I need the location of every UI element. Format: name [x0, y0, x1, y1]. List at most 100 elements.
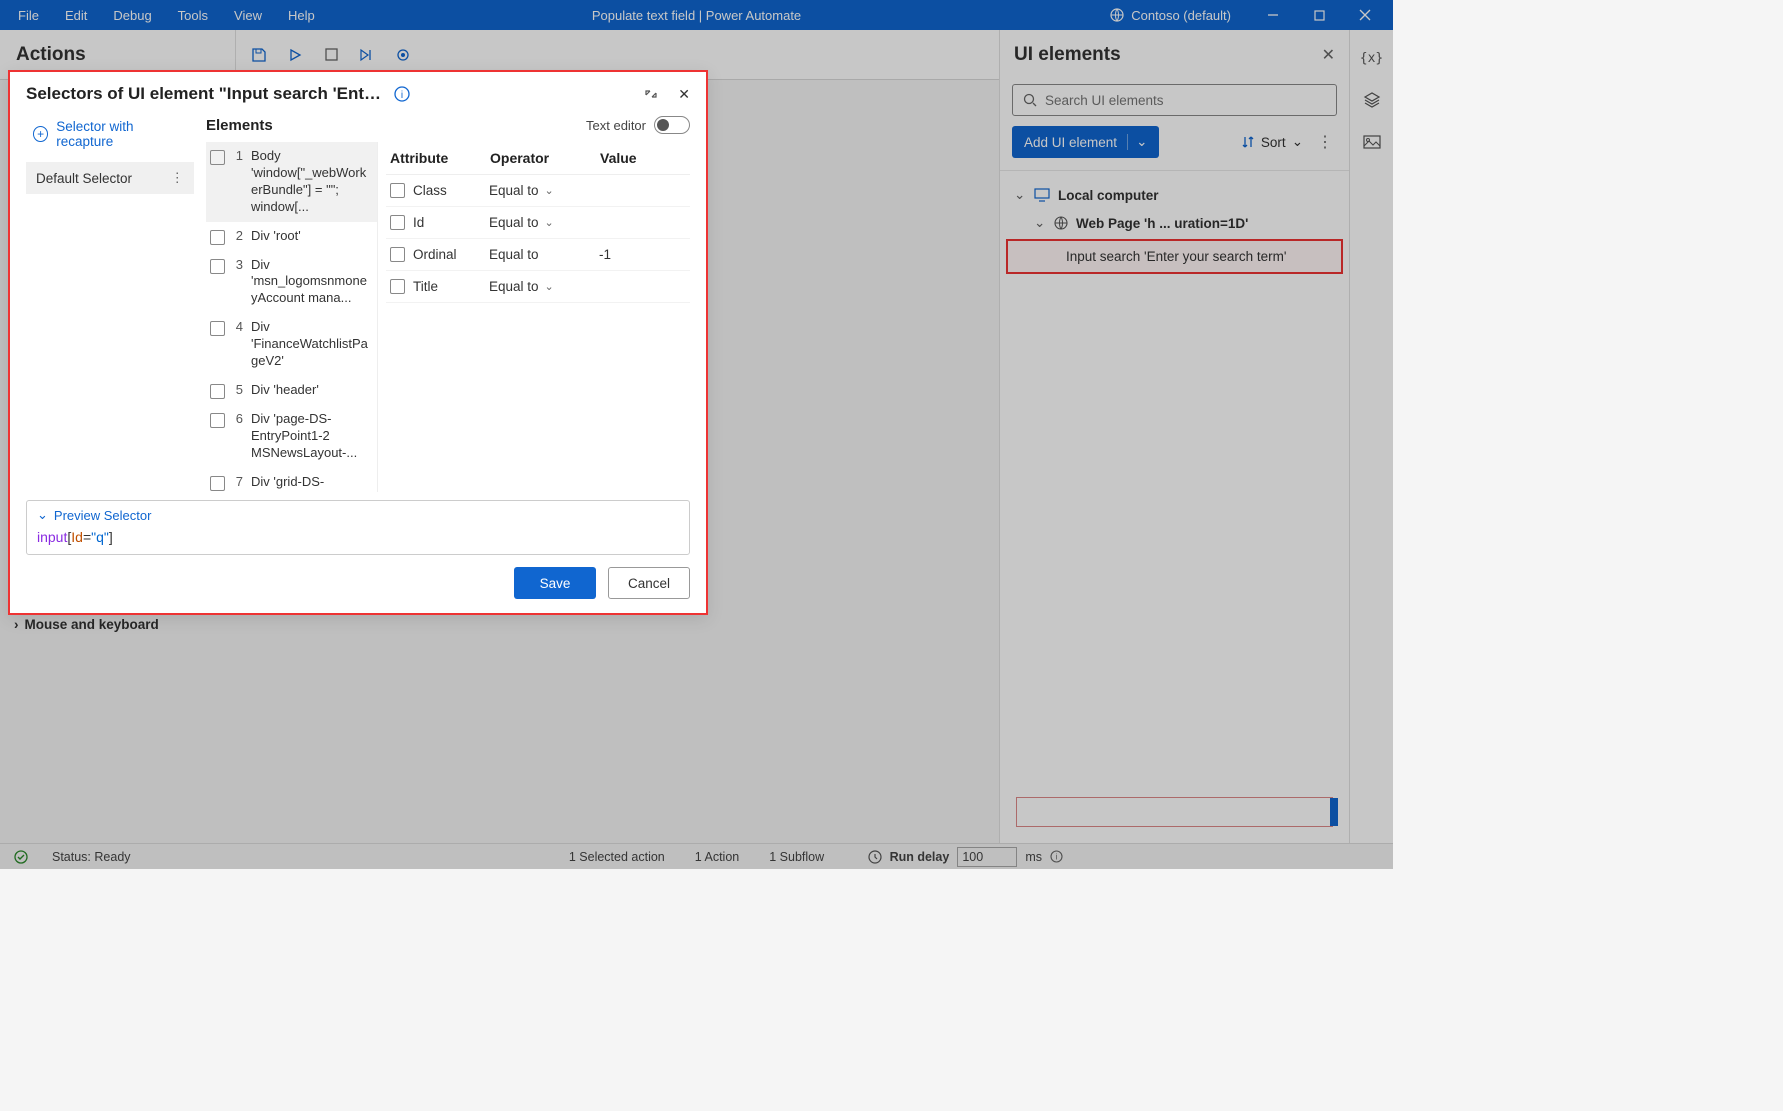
more-options-button[interactable]: ⋮ — [1313, 132, 1337, 152]
attribute-checkbox[interactable] — [390, 247, 405, 262]
attributes-table: Attribute Operator Value Class Equal to … — [386, 142, 690, 492]
run-icon[interactable] — [286, 46, 304, 64]
attribute-name: Ordinal — [413, 247, 489, 262]
element-row[interactable]: 1 Body 'window["_webWorkerBundle"] = "";… — [206, 142, 377, 222]
attribute-operator[interactable]: Equal to ⌄ — [489, 279, 599, 294]
text-editor-toggle[interactable]: Text editor — [586, 116, 690, 134]
element-index: 2 — [233, 228, 243, 243]
sort-icon — [1241, 135, 1255, 149]
add-ui-element-button[interactable]: Add UI element ⌄ — [1012, 126, 1159, 158]
chevron-down-icon: ⌄ — [545, 216, 554, 229]
element-checkbox[interactable] — [210, 321, 225, 336]
close-panel-button[interactable]: ✕ — [1322, 45, 1335, 65]
attribute-row[interactable]: Id Equal to ⌄ — [386, 207, 690, 239]
element-label: Div 'header' — [251, 382, 373, 399]
element-label: Div 'page-DS-EntryPoint1-2 MSNewsLayout-… — [251, 411, 373, 462]
element-checkbox[interactable] — [210, 259, 225, 274]
element-index: 5 — [233, 382, 243, 397]
search-ui-elements[interactable] — [1012, 84, 1337, 116]
element-row[interactable]: 7 Div 'grid-DS- — [206, 468, 377, 492]
status-selected: 1 Selected action — [569, 850, 665, 864]
sort-button[interactable]: Sort ⌄ — [1241, 134, 1303, 150]
default-selector-item[interactable]: Default Selector ⋮ — [26, 162, 194, 194]
element-checkbox[interactable] — [210, 476, 225, 491]
attribute-checkbox[interactable] — [390, 279, 405, 294]
element-label: Body 'window["_webWorkerBundle"] = ""; w… — [251, 148, 373, 216]
element-label: Div 'FinanceWatchlistPageV2' — [251, 319, 373, 370]
element-checkbox[interactable] — [210, 150, 225, 165]
status-actions: 1 Action — [695, 850, 739, 864]
more-icon[interactable]: ⋮ — [171, 170, 185, 186]
element-row[interactable]: 5 Div 'header' — [206, 376, 377, 405]
menu-edit[interactable]: Edit — [65, 8, 87, 23]
save-button[interactable]: Save — [514, 567, 596, 599]
images-icon[interactable] — [1360, 130, 1384, 154]
element-index: 4 — [233, 319, 243, 334]
close-window-button[interactable] — [1345, 0, 1385, 30]
run-delay-input[interactable]: 100 — [957, 847, 1017, 867]
attribute-row[interactable]: Ordinal Equal to -1 — [386, 239, 690, 271]
preview-selector-label: Preview Selector — [54, 508, 152, 523]
ui-elements-panel: UI elements ✕ Add UI element ⌄ Sort ⌄ ⋮ … — [999, 30, 1349, 843]
menu-help[interactable]: Help — [288, 8, 315, 23]
environment-name: Contoso (default) — [1131, 8, 1231, 23]
menu-view[interactable]: View — [234, 8, 262, 23]
info-icon[interactable]: i — [1050, 850, 1063, 863]
close-dialog-button[interactable]: ✕ — [678, 86, 690, 103]
element-checkbox[interactable] — [210, 413, 225, 428]
ui-elements-title: UI elements — [1014, 44, 1121, 66]
element-row[interactable]: 2 Div 'root' — [206, 222, 377, 251]
status-ok-icon — [14, 850, 28, 864]
ui-elements-icon[interactable] — [1360, 88, 1384, 112]
info-icon[interactable]: i — [394, 86, 410, 102]
run-delay-unit: ms — [1025, 850, 1042, 864]
element-row[interactable]: 3 Div 'msn_logomsnmoneyAccount mana... — [206, 251, 377, 314]
chevron-down-icon: ⌄ — [37, 507, 48, 523]
step-icon[interactable] — [358, 46, 376, 64]
attr-col-value: Value — [600, 150, 686, 166]
stop-icon[interactable] — [322, 46, 340, 64]
maximize-button[interactable] — [1299, 0, 1339, 30]
attribute-checkbox[interactable] — [390, 183, 405, 198]
actions-panel-title: Actions — [0, 44, 235, 66]
chevron-down-icon: ⌄ — [1034, 215, 1046, 231]
tree-root[interactable]: ⌄ Local computer — [1000, 181, 1349, 209]
element-row[interactable]: 6 Div 'page-DS-EntryPoint1-2 MSNewsLayou… — [206, 405, 377, 468]
attribute-row[interactable]: Class Equal to ⌄ — [386, 175, 690, 207]
element-checkbox[interactable] — [210, 384, 225, 399]
element-row[interactable]: 4 Div 'FinanceWatchlistPageV2' — [206, 313, 377, 376]
attribute-checkbox[interactable] — [390, 215, 405, 230]
environment-picker[interactable]: Contoso (default) — [1109, 7, 1231, 23]
actions-category[interactable]: › Mouse and keyboard — [14, 617, 159, 632]
attribute-operator[interactable]: Equal to ⌄ — [489, 183, 599, 198]
attribute-operator[interactable]: Equal to — [489, 247, 599, 262]
toggle-switch[interactable] — [654, 116, 690, 134]
tree-webpage[interactable]: ⌄ Web Page 'h ... uration=1D' — [1000, 209, 1349, 237]
menu-tools[interactable]: Tools — [178, 8, 208, 23]
attribute-row[interactable]: Title Equal to ⌄ — [386, 271, 690, 303]
element-preview-thumb — [1000, 781, 1349, 843]
element-index: 1 — [233, 148, 243, 163]
selector-with-recapture-button[interactable]: + Selector with recapture — [26, 110, 194, 158]
selectors-dialog: Selectors of UI element "Input search 'E… — [8, 70, 708, 615]
element-checkbox[interactable] — [210, 230, 225, 245]
menu-file[interactable]: File — [18, 8, 39, 23]
save-icon[interactable] — [250, 46, 268, 64]
attribute-operator[interactable]: Equal to ⌄ — [489, 215, 599, 230]
record-icon[interactable] — [394, 46, 412, 64]
elements-list[interactable]: 1 Body 'window["_webWorkerBundle"] = "";… — [206, 142, 378, 492]
menu-debug[interactable]: Debug — [113, 8, 151, 23]
menubar: File Edit Debug Tools View Help — [18, 8, 315, 23]
variables-icon[interactable]: {x} — [1360, 46, 1384, 70]
computer-icon — [1034, 188, 1050, 202]
search-ui-input[interactable] — [1045, 93, 1326, 108]
chevron-down-icon[interactable]: ⌄ — [1127, 134, 1147, 150]
window-title: Populate text field | Power Automate — [592, 8, 801, 23]
cancel-button[interactable]: Cancel — [608, 567, 690, 599]
tree-selected-element[interactable]: Input search 'Enter your search term' — [1006, 239, 1343, 274]
attribute-value[interactable]: -1 — [599, 247, 686, 262]
expand-icon[interactable] — [644, 87, 658, 101]
chevron-down-icon: ⌄ — [545, 184, 554, 197]
preview-selector-toggle[interactable]: ⌄ Preview Selector — [37, 507, 679, 523]
minimize-button[interactable] — [1253, 0, 1293, 30]
